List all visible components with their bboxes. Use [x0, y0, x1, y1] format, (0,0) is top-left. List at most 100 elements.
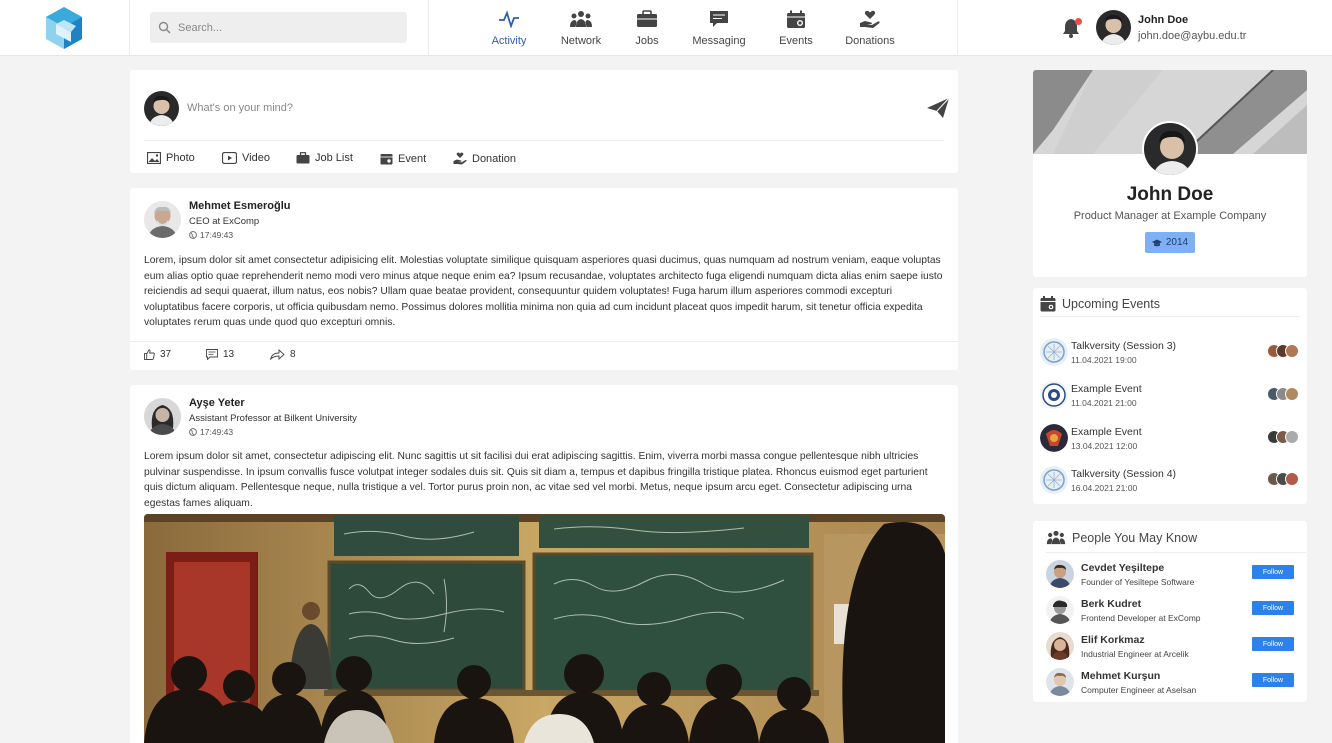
event-date: 11.04.2021 21:00: [1071, 398, 1137, 408]
follow-button[interactable]: Follow: [1252, 565, 1294, 579]
search-icon: [158, 21, 171, 34]
event-title: Example Event: [1071, 426, 1142, 438]
person-avatar[interactable]: [1046, 560, 1074, 588]
nav-label: Events: [779, 35, 813, 47]
event-attendees: [1267, 387, 1299, 401]
composer-video-button[interactable]: Video: [222, 152, 270, 164]
donation-icon: [860, 10, 880, 28]
person-name[interactable]: Berk Kudret: [1081, 598, 1141, 610]
nav-label: Donations: [845, 35, 895, 47]
share-count: 8: [290, 349, 296, 360]
globe-icon: [189, 231, 197, 239]
share-icon: [270, 349, 285, 360]
people-heading: People You May Know: [1046, 530, 1197, 545]
profile-title: Product Manager at Example Company: [1073, 210, 1267, 222]
person-role: Computer Engineer at Aselsan: [1081, 685, 1197, 695]
video-icon: [222, 152, 237, 164]
post-author-name[interactable]: Mehmet Esmeroğlu: [189, 200, 290, 212]
briefcase-icon: [637, 10, 657, 27]
person-avatar[interactable]: [1046, 668, 1074, 696]
divider: [130, 341, 958, 342]
event-item[interactable]: Talkversity (Session 4) 16.04.2021 21:00: [1040, 466, 1302, 496]
nav-donations[interactable]: Donations: [843, 8, 897, 47]
follow-button[interactable]: Follow: [1252, 673, 1294, 687]
graduation-year-badge: 2014: [1145, 232, 1195, 253]
composer-photo-button[interactable]: Photo: [147, 152, 195, 164]
header-divider: [129, 0, 130, 56]
nav-messaging[interactable]: Messaging: [690, 8, 748, 47]
event-title: Example Event: [1071, 383, 1142, 395]
search-box[interactable]: [150, 12, 407, 43]
post-author-role: Assistant Professor at Bilkent Universit…: [189, 413, 357, 424]
send-icon[interactable]: [926, 97, 950, 119]
calendar-icon: [380, 154, 393, 165]
event-logo: [1040, 381, 1068, 409]
comment-count: 13: [223, 349, 235, 360]
follow-button[interactable]: Follow: [1252, 601, 1294, 615]
profile-name[interactable]: John Doe: [1033, 184, 1307, 206]
person-name[interactable]: Mehmet Kurşun: [1081, 670, 1160, 682]
notification-dot: [1075, 18, 1082, 25]
composer-action-label: Video: [242, 152, 270, 164]
person-role: Founder of Yesiltepe Software: [1081, 577, 1195, 587]
top-header: Activity Network Jobs Messaging Events D…: [0, 0, 1332, 56]
app-logo[interactable]: [40, 4, 88, 52]
person-avatar[interactable]: [1046, 632, 1074, 660]
composer-input[interactable]: What's on your mind?: [187, 102, 293, 114]
page-scrollbar[interactable]: [1318, 56, 1332, 743]
nav-events[interactable]: Events: [777, 8, 815, 47]
person-name[interactable]: Elif Korkmaz: [1081, 634, 1145, 646]
globe-icon: [189, 428, 197, 436]
feed-post: Ayşe Yeter Assistant Professor at Bilken…: [130, 385, 958, 743]
profile-card: John Doe Product Manager at Example Comp…: [1033, 70, 1307, 277]
composer-action-label: Job List: [315, 152, 353, 164]
person-role: Frontend Developer at ExComp: [1081, 613, 1201, 623]
nav-activity[interactable]: Activity: [489, 8, 529, 47]
feed-post: Mehmet Esmeroğlu CEO at ExComp 17:49:43 …: [130, 188, 958, 370]
divider: [1046, 552, 1306, 553]
search-input[interactable]: [178, 21, 378, 34]
calendar-icon: [787, 10, 805, 28]
comment-button[interactable]: 13: [206, 349, 234, 360]
like-button[interactable]: 37: [144, 349, 171, 360]
share-button[interactable]: 8: [270, 349, 296, 360]
nav-network[interactable]: Network: [558, 8, 604, 47]
event-title: Talkversity (Session 4): [1071, 468, 1177, 480]
composer-action-label: Photo: [166, 152, 195, 164]
post-timestamp: 17:49:43: [189, 427, 233, 437]
photo-icon: [147, 152, 161, 164]
event-item[interactable]: Talkversity (Session 3) 11.04.2021 19:00: [1040, 338, 1302, 368]
thumbs-up-icon: [144, 349, 155, 360]
post-author-name[interactable]: Ayşe Yeter: [189, 397, 245, 409]
event-item[interactable]: Example Event 13.04.2021 12:00: [1040, 424, 1302, 454]
briefcase-icon: [296, 152, 310, 164]
event-date: 13.04.2021 12:00: [1071, 441, 1138, 451]
event-logo: [1040, 424, 1068, 452]
composer-job-list-button[interactable]: Job List: [296, 152, 353, 164]
calendar-icon: [1040, 296, 1056, 312]
nav-label: Messaging: [692, 35, 746, 47]
post-time-text: 17:49:43: [200, 427, 234, 437]
event-item[interactable]: Example Event 11.04.2021 21:00: [1040, 381, 1302, 411]
section-title: Upcoming Events: [1062, 297, 1160, 311]
section-title: People You May Know: [1072, 530, 1198, 545]
post-body: Lorem, ipsum dolor sit amet consectetur …: [144, 255, 943, 328]
profile-avatar[interactable]: [1142, 121, 1198, 177]
post-author-avatar[interactable]: [144, 398, 181, 435]
composer-donation-button[interactable]: Donation: [453, 152, 516, 165]
composer-action-label: Donation: [472, 152, 517, 165]
network-icon: [570, 11, 592, 27]
post-photo[interactable]: [144, 514, 945, 743]
follow-button[interactable]: Follow: [1252, 637, 1294, 651]
nav-jobs[interactable]: Jobs: [632, 8, 662, 47]
post-author-avatar[interactable]: [144, 201, 181, 238]
nav-label: Jobs: [635, 35, 659, 47]
composer-event-button[interactable]: Event: [380, 152, 426, 165]
event-attendees: [1267, 430, 1299, 444]
user-avatar[interactable]: [1096, 10, 1131, 45]
comment-icon: [206, 349, 218, 360]
like-count: 37: [160, 349, 172, 360]
person-name[interactable]: Cevdet Yeşiltepe: [1081, 562, 1164, 574]
person-avatar[interactable]: [1046, 596, 1074, 624]
person-item: Mehmet Kurşun Computer Engineer at Asels…: [1046, 668, 1296, 698]
